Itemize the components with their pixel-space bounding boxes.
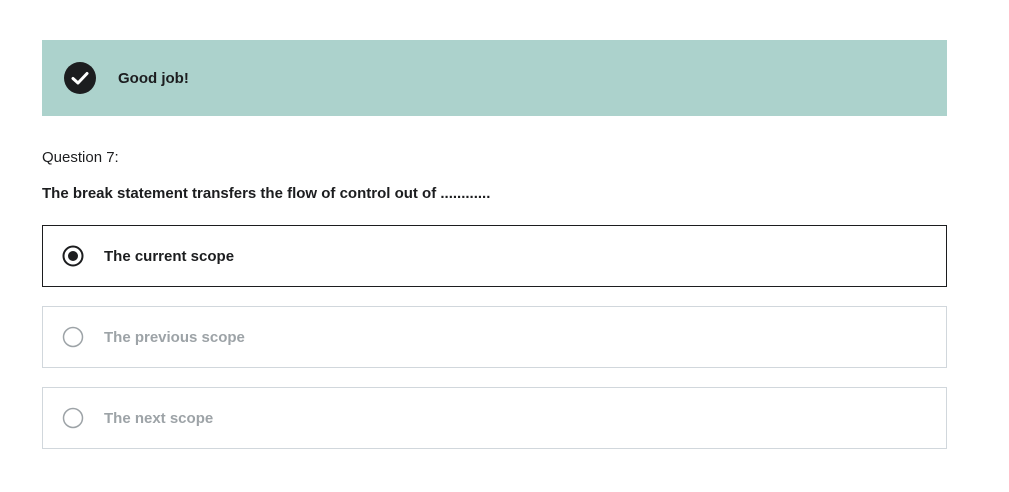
answer-option-label: The previous scope (104, 328, 245, 346)
radio-unselected-icon[interactable] (62, 326, 84, 348)
radio-selected-icon[interactable] (62, 245, 84, 267)
answer-option-current-scope[interactable]: The current scope (42, 225, 947, 287)
answer-option-label: The current scope (104, 247, 235, 265)
check-circle-icon (64, 62, 96, 94)
feedback-banner: Good job! (42, 40, 947, 116)
question-prompt: The break statement transfers the flow o… (42, 185, 491, 202)
answer-option-next-scope[interactable]: The next scope (42, 387, 947, 449)
answer-option-label: The next scope (104, 409, 214, 427)
radio-unselected-icon[interactable] (62, 407, 84, 429)
question-number: Question 7: (42, 149, 119, 166)
feedback-message: Good job! (118, 69, 189, 87)
answer-option-previous-scope[interactable]: The previous scope (42, 306, 947, 368)
